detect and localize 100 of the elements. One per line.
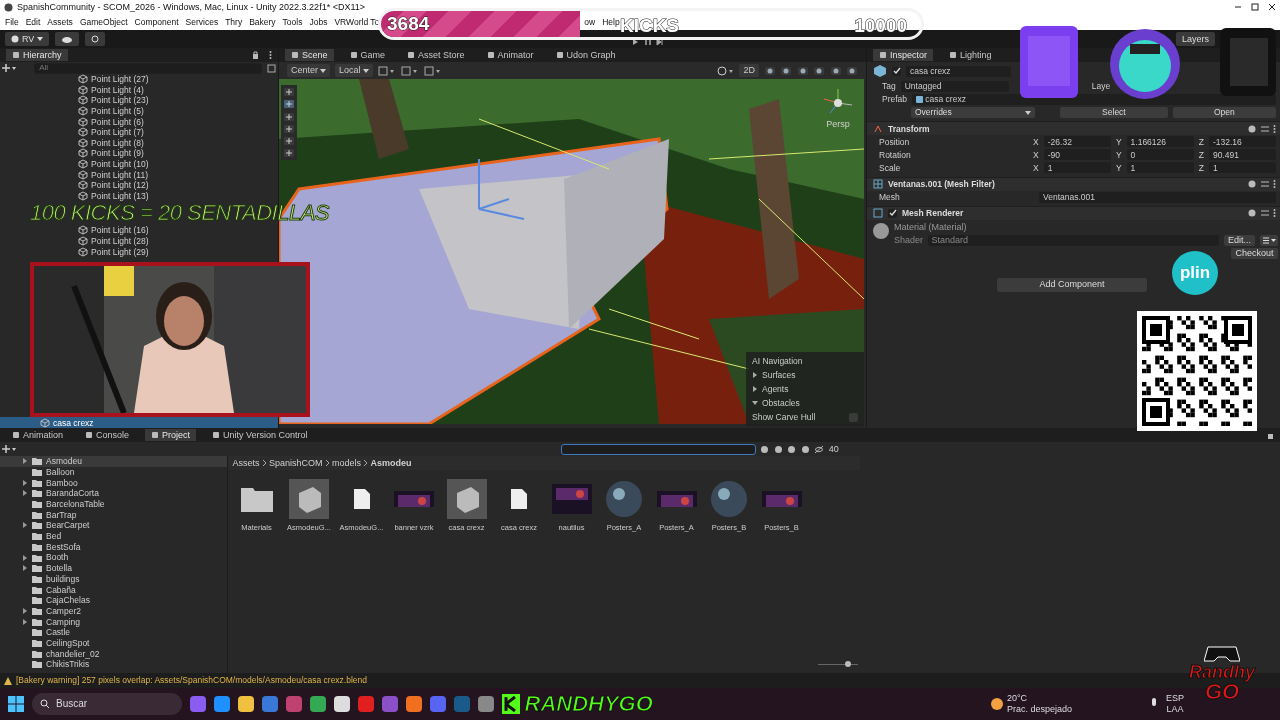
hierarchy-item[interactable]: Point Light (12)	[0, 179, 278, 191]
hierarchy-item[interactable]: Point Light (28)	[0, 235, 278, 247]
tab[interactable]: Animator	[480, 48, 540, 62]
menu-item[interactable]: Help	[602, 16, 620, 28]
app-icon[interactable]	[430, 696, 446, 712]
hierarchy-item[interactable]: Point Light (27)	[0, 74, 278, 85]
number-field[interactable]: -26.32	[1043, 136, 1111, 148]
breadcrumb-link[interactable]: models	[332, 457, 362, 469]
search-options-icon[interactable]	[266, 63, 276, 73]
active-checkbox[interactable]	[892, 66, 901, 76]
presets-icon[interactable]	[1260, 124, 1269, 133]
caret-icon[interactable]	[320, 67, 326, 74]
add-icon[interactable]	[2, 64, 17, 72]
tab[interactable]: Project	[145, 428, 197, 442]
step-icon[interactable]	[656, 37, 665, 46]
folder-item[interactable]: BarandaCorta	[0, 488, 227, 499]
app-icon[interactable]	[214, 696, 230, 712]
open-button[interactable]: Open	[1172, 107, 1276, 118]
select-button[interactable]: Select	[1060, 107, 1168, 118]
folder-item[interactable]: ChikisTrikis	[0, 659, 227, 670]
menu-item[interactable]: Edit	[25, 16, 41, 28]
search-field[interactable]: Buscar	[32, 693, 182, 715]
app-icon[interactable]	[382, 696, 398, 712]
expand-arrow-icon[interactable]	[22, 565, 28, 572]
expand-arrow-icon[interactable]	[22, 618, 28, 625]
menu-item[interactable]: Services	[185, 16, 219, 28]
breadcrumb-link[interactable]: SpanishCOM	[269, 457, 323, 469]
tag-dropdown[interactable]: Untagged	[900, 81, 1009, 92]
menu-item[interactable]: Component	[134, 16, 179, 28]
add-component-button[interactable]: Add Component	[997, 277, 1147, 292]
space-dropdown[interactable]: Local	[335, 64, 373, 77]
folder-item[interactable]: Booth	[0, 552, 227, 563]
minimize-icon[interactable]	[1234, 3, 1242, 11]
caret-icon[interactable]	[362, 67, 369, 74]
account-button[interactable]: RV	[5, 32, 50, 46]
more-icon[interactable]	[1273, 124, 1276, 133]
hierarchy-item[interactable]: Point Light (13)	[0, 190, 278, 202]
menu-item[interactable]: File	[5, 16, 19, 28]
menu-item[interactable]: ow	[584, 16, 596, 28]
add-icon[interactable]	[2, 445, 17, 453]
menu-item[interactable]: Assets	[47, 16, 73, 28]
hierarchy-item[interactable]: Point Light (11)	[0, 169, 278, 180]
folder-item[interactable]: Botella	[0, 562, 227, 574]
expand-arrow-icon[interactable]	[22, 522, 28, 529]
number-field[interactable]: -90	[1043, 149, 1111, 161]
folder-item[interactable]: CajaChelas	[0, 594, 227, 606]
breadcrumb-link[interactable]: Assets	[232, 457, 260, 469]
menu-item[interactable]: Tools	[282, 16, 303, 28]
name-field[interactable]: casa crexz	[906, 65, 1011, 77]
folder-item[interactable]: Bed	[0, 530, 227, 542]
folder-item[interactable]: Balloon	[0, 466, 227, 478]
grid-tool-icon[interactable]	[377, 65, 396, 76]
cloud-button[interactable]	[55, 32, 80, 46]
more-icon[interactable]	[1273, 209, 1276, 218]
app-icon[interactable]	[334, 696, 350, 712]
pivot-dropdown[interactable]: Center	[287, 64, 330, 77]
expand-arrow-icon[interactable]	[22, 607, 28, 614]
app-icon[interactable]	[406, 696, 422, 712]
folder-item[interactable]: BarcelonaTable	[0, 498, 227, 510]
folder-item[interactable]: Bamboo	[0, 477, 227, 489]
tab[interactable]: Unity Version Control	[206, 428, 314, 442]
tab[interactable]: Inspector	[873, 48, 934, 62]
tab[interactable]: Hierarchy	[6, 48, 68, 62]
tab[interactable]: Lighting	[943, 48, 998, 62]
folder-item[interactable]: CeilingSpot	[0, 637, 227, 649]
folder-item[interactable]: BearCarpet	[0, 520, 227, 531]
hierarchy-item[interactable]: Point Light (9)	[0, 148, 278, 159]
start-icon[interactable]	[8, 696, 24, 712]
keyboard-layout[interactable]: LAA	[1166, 704, 1184, 715]
expand-arrow-icon[interactable]	[22, 554, 28, 561]
tab[interactable]: Asset Store	[401, 48, 471, 62]
hierarchy-item[interactable]: Point Light (8)	[0, 137, 278, 149]
hierarchy-item[interactable]: Point Light (4)	[0, 84, 278, 96]
hierarchy-item[interactable]: Point Light (5)	[0, 105, 278, 117]
folder-item[interactable]: Camper2	[0, 605, 227, 617]
app-icon[interactable]	[238, 696, 254, 712]
app-icon[interactable]	[262, 696, 278, 712]
slider-thumb[interactable]	[844, 660, 851, 667]
menu-item[interactable]: Bakery	[249, 16, 276, 28]
tab[interactable]: Scene	[285, 48, 334, 62]
caret-icon[interactable]	[37, 36, 44, 42]
hierarchy-item[interactable]: casa crexz	[0, 417, 278, 428]
folder-item[interactable]: Cabaña	[0, 584, 227, 595]
shader-dropdown[interactable]: Standard	[927, 235, 1220, 247]
tab[interactable]: Animation	[6, 428, 70, 442]
search-field[interactable]: All	[34, 62, 263, 74]
hierarchy-item[interactable]: Point Light (23)	[0, 95, 278, 106]
breadcrumb-link[interactable]: Asmodeu	[370, 457, 412, 469]
play-icon[interactable]	[631, 37, 640, 46]
more-icon[interactable]	[1273, 180, 1276, 188]
hierarchy-item[interactable]: Point Light (29)	[0, 246, 278, 257]
folder-item[interactable]: chandelier_02	[0, 648, 227, 660]
number-field[interactable]: 1	[1043, 162, 1111, 174]
app-icon[interactable]	[190, 696, 206, 712]
expand-arrow-icon[interactable]	[22, 479, 28, 486]
number-field[interactable]: 1	[1208, 162, 1277, 174]
lock-icon[interactable]	[1267, 431, 1274, 439]
enabled-checkbox[interactable]	[888, 208, 897, 218]
expand-arrow-icon[interactable]	[22, 458, 28, 465]
number-field[interactable]: 90.491	[1208, 149, 1277, 161]
